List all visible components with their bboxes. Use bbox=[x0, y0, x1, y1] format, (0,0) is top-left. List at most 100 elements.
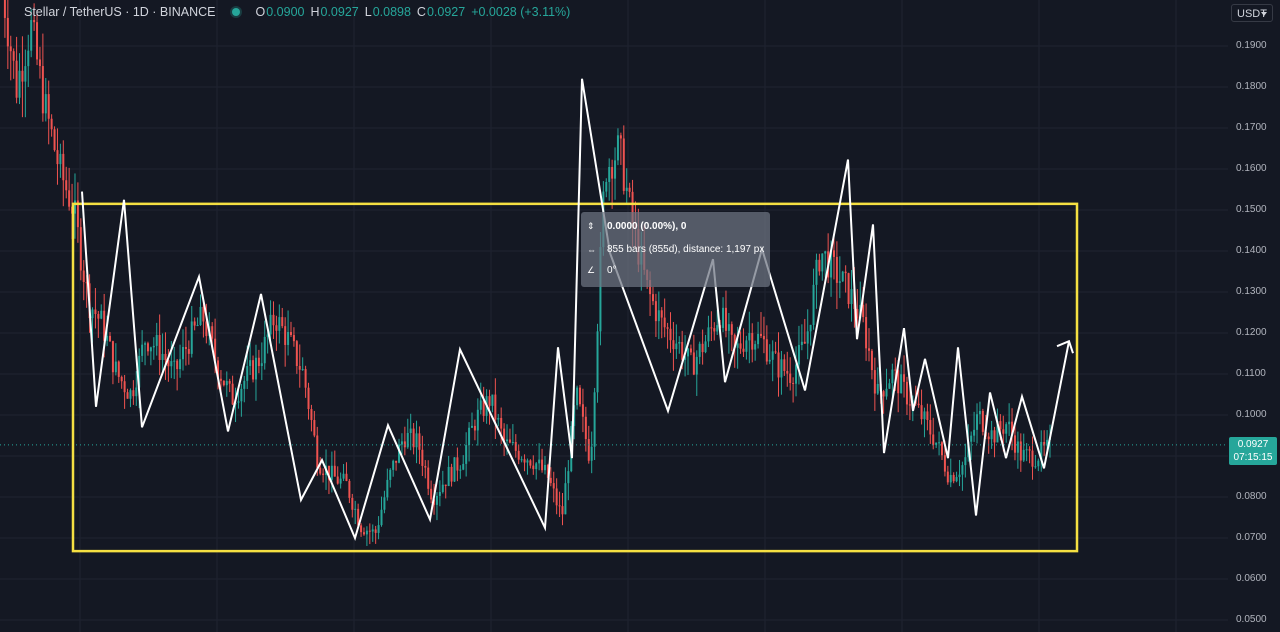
candle-body bbox=[470, 425, 473, 428]
candle-body bbox=[739, 343, 742, 349]
candle-body bbox=[24, 66, 27, 82]
candle-body bbox=[196, 325, 199, 327]
measure-price-text: 0.0000 (0.00%), 0 bbox=[607, 221, 687, 232]
candle-body bbox=[38, 59, 41, 67]
candle-body bbox=[231, 383, 234, 405]
measure-angle-row: ∠ 0° bbox=[587, 265, 617, 276]
candle-body bbox=[882, 391, 885, 397]
candle-body bbox=[488, 396, 491, 406]
candle-body bbox=[1008, 421, 1011, 425]
candle-body bbox=[698, 343, 701, 357]
candle-body bbox=[459, 469, 462, 471]
candle-body bbox=[479, 400, 482, 410]
candle-body bbox=[295, 341, 298, 367]
candle-body bbox=[549, 477, 552, 484]
candle-body bbox=[900, 374, 903, 394]
candle-body bbox=[141, 344, 144, 356]
candle-body bbox=[748, 333, 751, 341]
chart-header: Stellar / TetherUS · 1D · BINANCE O 0.090… bbox=[24, 5, 570, 19]
candle-body bbox=[114, 361, 117, 373]
candle-body bbox=[532, 465, 535, 470]
candle-body bbox=[812, 284, 815, 325]
symbol-title[interactable]: Stellar / TetherUS · 1D · BINANCE bbox=[24, 5, 216, 19]
angle-icon: ∠ bbox=[587, 265, 596, 275]
candle-body bbox=[319, 467, 322, 474]
candle-body bbox=[891, 369, 894, 384]
candle-body bbox=[654, 301, 657, 322]
candle-body bbox=[3, 0, 6, 18]
candle-body bbox=[958, 474, 961, 478]
candle-body bbox=[1019, 441, 1022, 461]
candle-body bbox=[529, 460, 532, 466]
candle-body bbox=[263, 336, 266, 364]
candle-body bbox=[149, 347, 152, 352]
candle-body bbox=[21, 70, 24, 82]
candle-body bbox=[228, 381, 231, 384]
candle-body bbox=[506, 439, 509, 442]
candle-body bbox=[757, 333, 760, 345]
candle-body bbox=[841, 271, 844, 282]
candle-body bbox=[164, 353, 167, 361]
candle-body bbox=[943, 455, 946, 472]
candle-body bbox=[290, 332, 293, 336]
candle-body bbox=[579, 387, 582, 405]
candle-body bbox=[923, 411, 926, 420]
price-chart[interactable] bbox=[0, 0, 1280, 632]
candle-body bbox=[497, 417, 500, 420]
candle-body bbox=[1002, 429, 1005, 434]
candle-body bbox=[619, 135, 622, 139]
zigzag-line[interactable] bbox=[81, 78, 1070, 541]
candle-body bbox=[368, 530, 371, 532]
candle-body bbox=[386, 479, 389, 498]
price-tick-label: 0.1200 bbox=[1236, 327, 1267, 338]
candle-body bbox=[465, 445, 468, 464]
bar-countdown: 07:15:15 bbox=[1233, 452, 1273, 463]
candle-body bbox=[190, 321, 193, 354]
candle-body bbox=[940, 442, 943, 456]
price-tick-label: 0.1400 bbox=[1236, 245, 1267, 256]
candle-body bbox=[759, 333, 762, 336]
candle-body bbox=[292, 335, 295, 342]
candle-body bbox=[873, 370, 876, 394]
candle-body bbox=[351, 497, 354, 510]
candle-body bbox=[111, 341, 114, 373]
candle-body bbox=[476, 409, 479, 431]
candle-body bbox=[59, 153, 62, 165]
price-tick-label: 0.0500 bbox=[1236, 614, 1267, 625]
price-tick-label: 0.1300 bbox=[1236, 286, 1267, 297]
candle-body bbox=[33, 20, 36, 23]
candle-body bbox=[663, 317, 666, 328]
candle-body bbox=[917, 403, 920, 406]
candle-body bbox=[91, 309, 94, 319]
candle-body bbox=[526, 460, 529, 463]
candle-body bbox=[903, 374, 906, 382]
candle-body bbox=[789, 373, 792, 383]
currency-select[interactable]: USDT bbox=[1231, 4, 1273, 22]
candle-body bbox=[211, 326, 214, 339]
candle-body bbox=[730, 324, 733, 335]
candle-body bbox=[508, 439, 511, 443]
candle-body bbox=[987, 436, 990, 440]
candle-body bbox=[179, 359, 182, 370]
candle-body bbox=[701, 343, 704, 353]
candle-body bbox=[284, 326, 287, 345]
candle-body bbox=[395, 460, 398, 463]
candle-body bbox=[795, 364, 798, 384]
candle-body bbox=[689, 348, 692, 353]
candle-body bbox=[400, 441, 403, 445]
candle-body bbox=[514, 442, 517, 451]
candle-body bbox=[403, 441, 406, 448]
candle-body bbox=[322, 473, 325, 475]
candle-body bbox=[576, 387, 579, 406]
candle-body bbox=[243, 380, 246, 389]
candle-body bbox=[53, 129, 56, 151]
candle-body bbox=[374, 529, 377, 533]
candle-body bbox=[456, 457, 459, 471]
ohlc-open-value: 0.0900 bbox=[266, 5, 305, 19]
candle-body bbox=[946, 471, 949, 483]
measure-bars-row: ⇔ 855 bars (855d), distance: 1,197 px bbox=[587, 244, 764, 255]
candle-body bbox=[596, 331, 599, 393]
candle-body bbox=[608, 166, 611, 182]
candle-body bbox=[865, 317, 868, 349]
candle-body bbox=[704, 341, 707, 353]
